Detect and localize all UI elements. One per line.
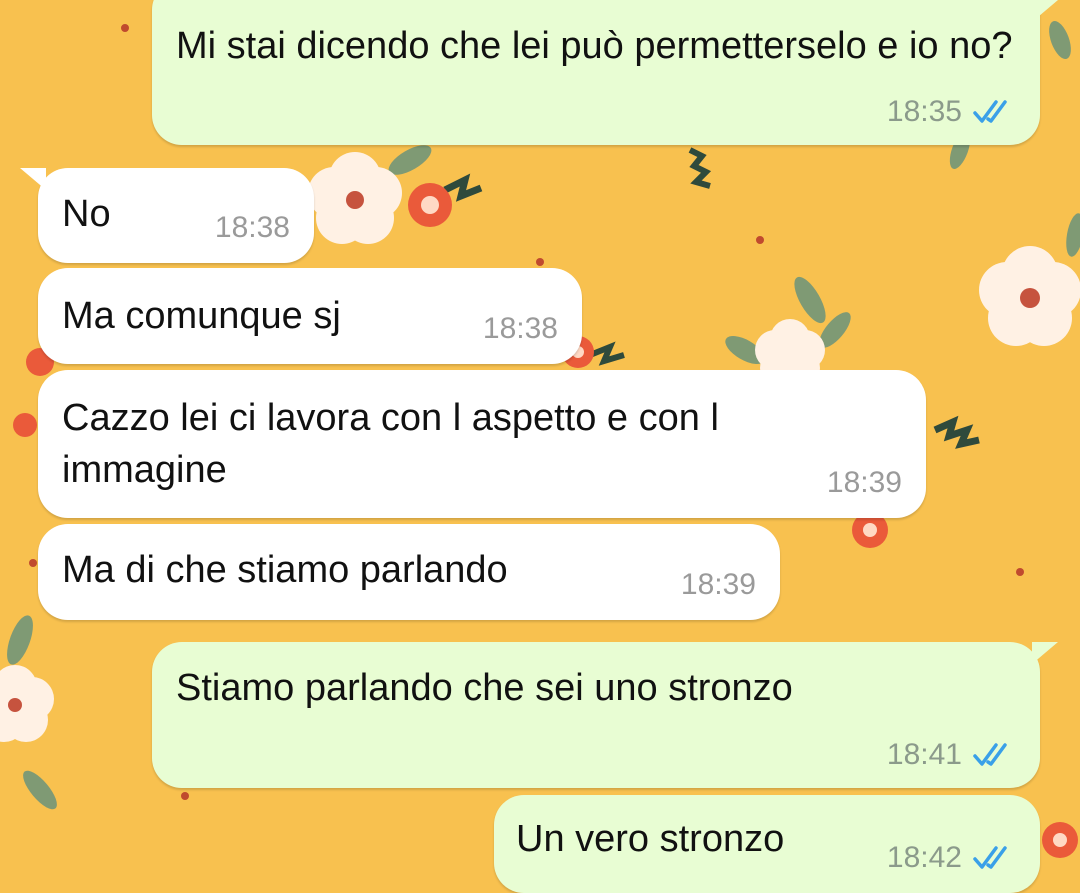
bubble-tail	[20, 168, 46, 190]
message-meta: 18:39	[681, 568, 756, 602]
outgoing-message-bubble[interactable]: Stiamo parlando che sei uno stronzo 18:4…	[152, 642, 1058, 788]
outgoing-message-bubble[interactable]: Mi stai dicendo che lei può permettersel…	[152, 0, 1058, 145]
message-time: 18:39	[680, 568, 756, 601]
incoming-message-bubble[interactable]: Cazzo lei ci lavora con l aspetto e con …	[38, 370, 926, 518]
incoming-message-bubble[interactable]: Ma di che stiamo parlando 18:39	[38, 524, 780, 620]
message-text: Stiamo parlando che sei uno stronzo	[176, 667, 793, 709]
read-receipt-icon	[973, 100, 1007, 123]
message-text: Cazzo lei ci lavora con l aspetto e con …	[62, 397, 730, 491]
message-time: 18:39	[826, 466, 902, 499]
read-receipt-icon	[973, 846, 1007, 869]
message-text: Ma di che stiamo parlando	[62, 549, 508, 591]
message-text: Mi stai dicendo che lei può permettersel…	[176, 25, 1013, 67]
message-meta: 18:38	[483, 312, 558, 346]
outgoing-message-bubble[interactable]: Un vero stronzo 18:42	[494, 795, 1040, 893]
message-meta: 18:39	[827, 466, 902, 500]
message-time: 18:38	[214, 211, 290, 244]
incoming-message-bubble[interactable]: Ma comunque sj 18:38	[38, 268, 582, 364]
message-time: 18:38	[482, 312, 558, 345]
message-time: 18:41	[886, 738, 962, 771]
incoming-message-bubble[interactable]: No 18:38	[20, 168, 314, 263]
read-receipt-icon	[973, 743, 1007, 766]
message-time: 18:42	[886, 841, 962, 874]
message-meta: 18:35	[887, 95, 1016, 129]
bubble-tail	[1032, 642, 1058, 664]
message-text: No	[62, 193, 111, 235]
message-text: Ma comunque sj	[62, 295, 341, 337]
message-meta: 18:41	[887, 738, 1016, 772]
message-text: Un vero stronzo	[516, 818, 785, 860]
message-meta: 18:42	[887, 841, 1016, 875]
message-time: 18:35	[886, 95, 962, 128]
bubble-tail	[1032, 0, 1058, 22]
message-meta: 18:38	[215, 211, 290, 245]
